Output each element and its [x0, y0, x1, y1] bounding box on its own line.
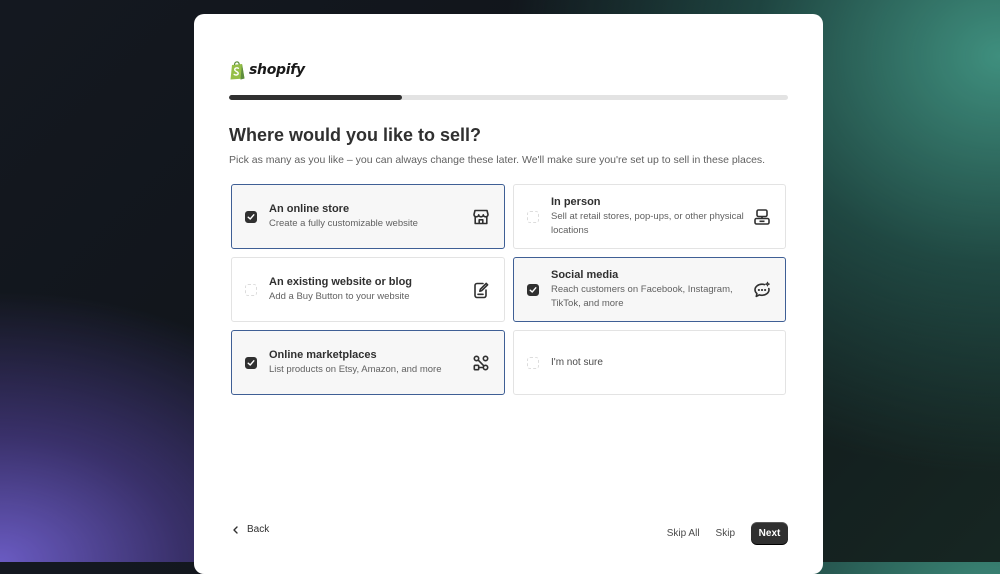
page-title: Where would you like to sell? [229, 125, 482, 145]
sales-channel-options: An online store Create a fully customiza… [231, 184, 786, 395]
progress-bar [229, 95, 788, 100]
progress-fill [229, 95, 403, 100]
option-in-person[interactable]: In person Sell at retail stores, pop-ups… [513, 184, 786, 249]
option-description: Reach customers on Facebook, Instagram, … [551, 284, 733, 309]
chevron-left-icon [233, 525, 238, 534]
option-description: List products on Etsy, Amazon, and more [269, 364, 442, 375]
back-label: Back [247, 524, 270, 535]
checkmark-icon [247, 359, 255, 366]
checkmark-icon [529, 286, 537, 293]
edit-document-icon [474, 282, 489, 298]
option-title: An existing website or blog [269, 276, 413, 288]
option-title: I'm not sure [551, 356, 603, 368]
checkbox[interactable] [245, 283, 257, 296]
option-description: Sell at retail stores, pop-ups, or other… [551, 211, 744, 236]
skip-button[interactable]: Skip [716, 528, 735, 539]
marketplace-nodes-icon [473, 354, 489, 371]
storefront-icon [473, 209, 489, 224]
option-not-sure[interactable]: I'm not sure [513, 330, 786, 395]
option-title: Social media [551, 269, 619, 281]
back-button[interactable]: Back [232, 524, 269, 535]
option-title: An online store [269, 203, 350, 215]
checkbox[interactable] [527, 210, 539, 223]
checkmark-icon [247, 213, 255, 220]
onboarding-card: shopify Where would you like to sell? Pi… [194, 14, 823, 574]
shopify-bag-icon [230, 61, 245, 80]
option-online-store[interactable]: An online store Create a fully customiza… [231, 184, 505, 249]
checkbox[interactable] [527, 283, 539, 296]
pos-terminal-icon [754, 208, 770, 225]
option-online-marketplaces[interactable]: Online marketplaces List products on Ets… [231, 330, 505, 395]
brand-name: shopify [249, 62, 305, 78]
checkbox[interactable] [527, 356, 539, 369]
option-social-media[interactable]: Social media Reach customers on Facebook… [513, 257, 786, 322]
option-description: Add a Buy Button to your website [269, 291, 410, 302]
chat-sparkle-icon [754, 281, 770, 297]
shopify-logo: shopify [229, 60, 305, 80]
option-title: In person [551, 196, 601, 208]
page-subtitle: Pick as many as you like – you can alway… [229, 154, 766, 166]
option-description: Create a fully customizable website [269, 218, 418, 229]
checkbox[interactable] [245, 210, 257, 223]
footer-actions: Skip All Skip Next [667, 522, 788, 544]
next-button[interactable]: Next [751, 522, 788, 544]
skip-all-button[interactable]: Skip All [667, 528, 700, 539]
option-title: Online marketplaces [269, 349, 377, 361]
checkbox[interactable] [245, 356, 257, 369]
option-existing-website[interactable]: An existing website or blog Add a Buy Bu… [231, 257, 505, 322]
